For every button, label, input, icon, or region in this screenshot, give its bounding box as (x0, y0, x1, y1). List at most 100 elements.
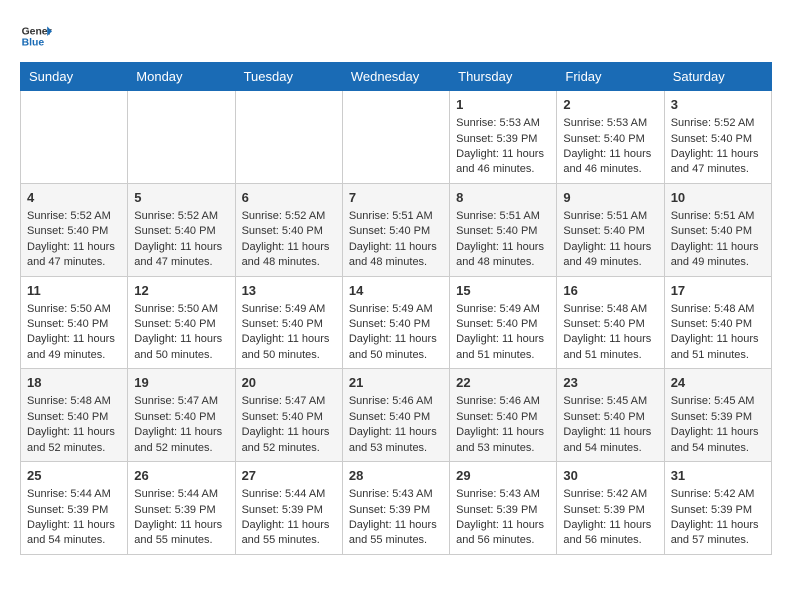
day-info: Daylight: 11 hours (563, 332, 657, 347)
day-info: Sunset: 5:39 PM (671, 503, 765, 518)
day-of-week-header: Thursday (450, 63, 557, 91)
day-info: and 47 minutes. (27, 255, 121, 270)
day-info: Sunset: 5:39 PM (242, 503, 336, 518)
day-info: Sunset: 5:39 PM (27, 503, 121, 518)
day-info: Daylight: 11 hours (27, 425, 121, 440)
calendar-cell: 17Sunrise: 5:48 AMSunset: 5:40 PMDayligh… (664, 276, 771, 369)
day-info: Sunrise: 5:52 AM (671, 116, 765, 131)
day-number: 1 (456, 96, 550, 114)
day-info: Sunrise: 5:49 AM (242, 302, 336, 317)
calendar-cell: 13Sunrise: 5:49 AMSunset: 5:40 PMDayligh… (235, 276, 342, 369)
day-info: and 47 minutes. (671, 162, 765, 177)
calendar-cell: 11Sunrise: 5:50 AMSunset: 5:40 PMDayligh… (21, 276, 128, 369)
calendar-week-row: 25Sunrise: 5:44 AMSunset: 5:39 PMDayligh… (21, 462, 772, 555)
day-info: Sunrise: 5:48 AM (27, 394, 121, 409)
day-number: 4 (27, 189, 121, 207)
day-number: 26 (134, 467, 228, 485)
day-info: Daylight: 11 hours (242, 425, 336, 440)
day-number: 9 (563, 189, 657, 207)
calendar-cell (342, 91, 449, 184)
day-info: Sunrise: 5:44 AM (27, 487, 121, 502)
calendar-cell: 31Sunrise: 5:42 AMSunset: 5:39 PMDayligh… (664, 462, 771, 555)
day-number: 5 (134, 189, 228, 207)
day-info: Sunset: 5:40 PM (242, 224, 336, 239)
day-info: Sunrise: 5:44 AM (242, 487, 336, 502)
day-info: Daylight: 11 hours (349, 240, 443, 255)
day-info: Sunrise: 5:48 AM (563, 302, 657, 317)
day-info: Daylight: 11 hours (563, 147, 657, 162)
day-info: Sunset: 5:40 PM (671, 317, 765, 332)
day-info: Sunrise: 5:52 AM (27, 209, 121, 224)
day-info: Sunrise: 5:46 AM (456, 394, 550, 409)
day-number: 29 (456, 467, 550, 485)
day-info: and 56 minutes. (456, 533, 550, 548)
calendar-cell: 24Sunrise: 5:45 AMSunset: 5:39 PMDayligh… (664, 369, 771, 462)
calendar-cell: 14Sunrise: 5:49 AMSunset: 5:40 PMDayligh… (342, 276, 449, 369)
calendar-cell: 7Sunrise: 5:51 AMSunset: 5:40 PMDaylight… (342, 183, 449, 276)
day-info: and 54 minutes. (671, 441, 765, 456)
day-info: and 51 minutes. (671, 348, 765, 363)
day-info: Sunrise: 5:46 AM (349, 394, 443, 409)
calendar-cell: 18 Sunrise: 5:48 AMSunset: 5:40 PMDayligh… (21, 369, 128, 462)
calendar-cell (235, 91, 342, 184)
day-info: Sunset: 5:40 PM (563, 317, 657, 332)
day-info: Sunrise: 5:42 AM (563, 487, 657, 502)
day-info: and 46 minutes. (563, 162, 657, 177)
day-info: Sunset: 5:39 PM (671, 410, 765, 425)
day-number: 3 (671, 96, 765, 114)
day-info: Sunrise: 5:42 AM (671, 487, 765, 502)
day-number: 2 (563, 96, 657, 114)
calendar-cell (128, 91, 235, 184)
day-info: Sunrise: 5:50 AM (27, 302, 121, 317)
calendar-cell: 2Sunrise: 5:53 AMSunset: 5:40 PMDaylight… (557, 91, 664, 184)
calendar-cell: 6Sunrise: 5:52 AMSunset: 5:40 PMDaylight… (235, 183, 342, 276)
day-info: Sunset: 5:40 PM (134, 224, 228, 239)
logo-icon: General Blue (20, 20, 52, 52)
day-info: Sunset: 5:40 PM (349, 224, 443, 239)
calendar-cell: 29Sunrise: 5:43 AMSunset: 5:39 PMDayligh… (450, 462, 557, 555)
day-number: 6 (242, 189, 336, 207)
day-info: and 57 minutes. (671, 533, 765, 548)
calendar-cell: 9Sunrise: 5:51 AMSunset: 5:40 PMDaylight… (557, 183, 664, 276)
day-info: Sunset: 5:40 PM (27, 317, 121, 332)
day-info: Sunset: 5:40 PM (349, 317, 443, 332)
day-info: and 54 minutes. (563, 441, 657, 456)
header-row: SundayMondayTuesdayWednesdayThursdayFrid… (21, 63, 772, 91)
day-info: Sunset: 5:40 PM (27, 410, 121, 425)
day-info: and 50 minutes. (134, 348, 228, 363)
calendar-cell: 20Sunrise: 5:47 AMSunset: 5:40 PMDayligh… (235, 369, 342, 462)
day-info: Sunset: 5:39 PM (349, 503, 443, 518)
calendar-cell: 12Sunrise: 5:50 AMSunset: 5:40 PMDayligh… (128, 276, 235, 369)
day-number: 16 (563, 282, 657, 300)
day-info: and 49 minutes. (27, 348, 121, 363)
day-info: Sunset: 5:39 PM (456, 503, 550, 518)
day-info: Daylight: 11 hours (456, 147, 550, 162)
day-info: Sunrise: 5:53 AM (563, 116, 657, 131)
day-info: Sunrise: 5:51 AM (456, 209, 550, 224)
day-info: and 52 minutes. (134, 441, 228, 456)
day-info: and 47 minutes. (134, 255, 228, 270)
day-info: and 55 minutes. (349, 533, 443, 548)
day-number: 20 (242, 374, 336, 392)
day-info: and 53 minutes. (349, 441, 443, 456)
calendar-cell: 19Sunrise: 5:47 AMSunset: 5:40 PMDayligh… (128, 369, 235, 462)
calendar-cell: 23Sunrise: 5:45 AMSunset: 5:40 PMDayligh… (557, 369, 664, 462)
day-info: Sunset: 5:40 PM (671, 224, 765, 239)
day-info: Sunrise: 5:48 AM (671, 302, 765, 317)
calendar-cell: 28Sunrise: 5:43 AMSunset: 5:39 PMDayligh… (342, 462, 449, 555)
day-info: and 53 minutes. (456, 441, 550, 456)
day-info: Sunrise: 5:43 AM (349, 487, 443, 502)
calendar-cell (21, 91, 128, 184)
calendar-cell: 8Sunrise: 5:51 AMSunset: 5:40 PMDaylight… (450, 183, 557, 276)
day-number: 25 (27, 467, 121, 485)
day-number: 8 (456, 189, 550, 207)
day-info: Sunset: 5:40 PM (242, 317, 336, 332)
day-number: 18 (27, 374, 121, 392)
day-info: Daylight: 11 hours (456, 425, 550, 440)
day-info: Sunrise: 5:47 AM (134, 394, 228, 409)
day-info: Sunrise: 5:51 AM (671, 209, 765, 224)
day-info: Sunset: 5:40 PM (134, 410, 228, 425)
calendar-cell: 25Sunrise: 5:44 AMSunset: 5:39 PMDayligh… (21, 462, 128, 555)
calendar-week-row: 18Sunrise: 5:48 AMSunset: 5:40 PMDayligh… (21, 369, 772, 462)
day-info: Sunset: 5:40 PM (563, 410, 657, 425)
